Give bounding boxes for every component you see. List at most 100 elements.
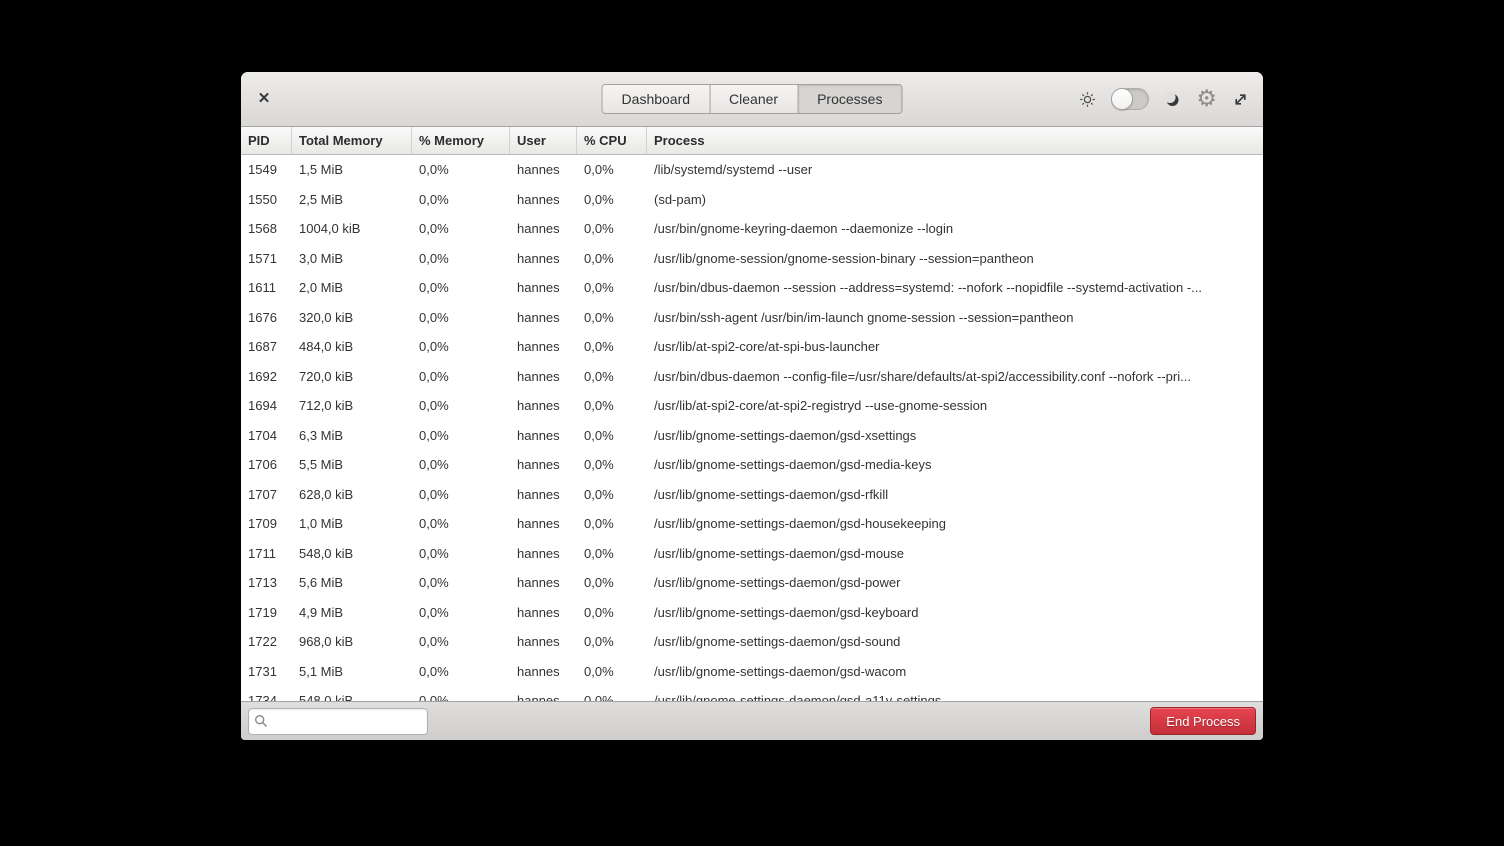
cell-memory: 2,0 MiB <box>292 273 412 303</box>
column-header-pid[interactable]: PID <box>241 127 292 154</box>
cell-user: hannes <box>510 539 577 569</box>
expand-icon[interactable] <box>1232 91 1249 108</box>
cell-mem_pct: 0,0% <box>412 214 510 244</box>
cell-process: /usr/bin/dbus-daemon --config-file=/usr/… <box>647 362 1263 392</box>
cell-user: hannes <box>510 686 577 701</box>
cell-mem_pct: 0,0% <box>412 421 510 451</box>
cell-user: hannes <box>510 214 577 244</box>
table-row[interactable]: 1734548,0 kiB0,0%hannes0,0%/usr/lib/gnom… <box>241 686 1263 701</box>
cell-user: hannes <box>510 303 577 333</box>
cell-pid: 1692 <box>241 362 292 392</box>
cell-cpu_pct: 0,0% <box>577 391 647 421</box>
table-row[interactable]: 1676320,0 kiB0,0%hannes0,0%/usr/bin/ssh-… <box>241 303 1263 333</box>
table-row[interactable]: 1722968,0 kiB0,0%hannes0,0%/usr/lib/gnom… <box>241 627 1263 657</box>
cell-cpu_pct: 0,0% <box>577 332 647 362</box>
column-header-user[interactable]: User <box>510 127 577 154</box>
table-row[interactable]: 17315,1 MiB0,0%hannes0,0%/usr/lib/gnome-… <box>241 657 1263 687</box>
cell-pid: 1550 <box>241 185 292 215</box>
cell-user: hannes <box>510 244 577 274</box>
tab-dashboard[interactable]: Dashboard <box>603 85 710 113</box>
cell-cpu_pct: 0,0% <box>577 362 647 392</box>
cell-pid: 1687 <box>241 332 292 362</box>
search-box[interactable] <box>248 708 428 735</box>
cell-cpu_pct: 0,0% <box>577 568 647 598</box>
table-row[interactable]: 1711548,0 kiB0,0%hannes0,0%/usr/lib/gnom… <box>241 539 1263 569</box>
cell-user: hannes <box>510 568 577 598</box>
table-header: PID Total Memory % Memory User % CPU Pro… <box>241 127 1263 155</box>
table-row[interactable]: 17135,6 MiB0,0%hannes0,0%/usr/lib/gnome-… <box>241 568 1263 598</box>
table-row[interactable]: 15681004,0 kiB0,0%hannes0,0%/usr/bin/gno… <box>241 214 1263 244</box>
cell-cpu_pct: 0,0% <box>577 155 647 185</box>
end-process-button[interactable]: End Process <box>1150 707 1256 735</box>
cell-cpu_pct: 0,0% <box>577 303 647 333</box>
cell-process: (sd-pam) <box>647 185 1263 215</box>
cell-cpu_pct: 0,0% <box>577 214 647 244</box>
table-row[interactable]: 1687484,0 kiB0,0%hannes0,0%/usr/lib/at-s… <box>241 332 1263 362</box>
cell-mem_pct: 0,0% <box>412 686 510 701</box>
table-row[interactable]: 1692720,0 kiB0,0%hannes0,0%/usr/bin/dbus… <box>241 362 1263 392</box>
cell-memory: 1004,0 kiB <box>292 214 412 244</box>
column-header-process[interactable]: Process <box>647 127 1263 154</box>
cell-pid: 1694 <box>241 391 292 421</box>
cell-mem_pct: 0,0% <box>412 509 510 539</box>
table-row[interactable]: 15713,0 MiB0,0%hannes0,0%/usr/lib/gnome-… <box>241 244 1263 274</box>
cell-cpu_pct: 0,0% <box>577 185 647 215</box>
close-button[interactable]: ✕ <box>254 89 274 109</box>
cell-process: /usr/lib/gnome-settings-daemon/gsd-media… <box>647 450 1263 480</box>
table-row[interactable]: 17091,0 MiB0,0%hannes0,0%/usr/lib/gnome-… <box>241 509 1263 539</box>
cell-user: hannes <box>510 185 577 215</box>
cell-cpu_pct: 0,0% <box>577 509 647 539</box>
cell-process: /usr/bin/dbus-daemon --session --address… <box>647 273 1263 303</box>
table-row[interactable]: 1694712,0 kiB0,0%hannes0,0%/usr/lib/at-s… <box>241 391 1263 421</box>
cell-memory: 548,0 kiB <box>292 686 412 701</box>
table-row[interactable]: 1707628,0 kiB0,0%hannes0,0%/usr/lib/gnom… <box>241 480 1263 510</box>
app-window: ✕ Dashboard Cleaner Processes <box>241 72 1263 740</box>
cell-cpu_pct: 0,0% <box>577 421 647 451</box>
table-row[interactable]: 16112,0 MiB0,0%hannes0,0%/usr/bin/dbus-d… <box>241 273 1263 303</box>
cell-cpu_pct: 0,0% <box>577 450 647 480</box>
column-header-memory-pct[interactable]: % Memory <box>412 127 510 154</box>
cell-memory: 968,0 kiB <box>292 627 412 657</box>
cell-process: /usr/lib/gnome-settings-daemon/gsd-a11y-… <box>647 686 1263 701</box>
cell-memory: 320,0 kiB <box>292 303 412 333</box>
cell-memory: 712,0 kiB <box>292 391 412 421</box>
table-row[interactable]: 17065,5 MiB0,0%hannes0,0%/usr/lib/gnome-… <box>241 450 1263 480</box>
column-header-cpu-pct[interactable]: % CPU <box>577 127 647 154</box>
table-row[interactable]: 17194,9 MiB0,0%hannes0,0%/usr/lib/gnome-… <box>241 598 1263 628</box>
table-row[interactable]: 15502,5 MiB0,0%hannes0,0%(sd-pam) <box>241 185 1263 215</box>
cell-pid: 1611 <box>241 273 292 303</box>
table-row[interactable]: 15491,5 MiB0,0%hannes0,0%/lib/systemd/sy… <box>241 155 1263 185</box>
dark-mode-toggle[interactable] <box>1111 88 1149 110</box>
cell-user: hannes <box>510 421 577 451</box>
cell-process: /usr/lib/gnome-settings-daemon/gsd-mouse <box>647 539 1263 569</box>
cell-process: /usr/lib/gnome-settings-daemon/gsd-wacom <box>647 657 1263 687</box>
search-input[interactable] <box>272 714 422 729</box>
cell-user: hannes <box>510 450 577 480</box>
cell-process: /usr/bin/ssh-agent /usr/bin/im-launch gn… <box>647 303 1263 333</box>
cell-process: /usr/lib/at-spi2-core/at-spi2-registryd … <box>647 391 1263 421</box>
cell-mem_pct: 0,0% <box>412 244 510 274</box>
cell-cpu_pct: 0,0% <box>577 657 647 687</box>
sun-icon <box>1079 91 1096 108</box>
cell-mem_pct: 0,0% <box>412 185 510 215</box>
cell-mem_pct: 0,0% <box>412 155 510 185</box>
cell-mem_pct: 0,0% <box>412 362 510 392</box>
cell-pid: 1706 <box>241 450 292 480</box>
column-header-total-memory[interactable]: Total Memory <box>292 127 412 154</box>
cell-user: hannes <box>510 627 577 657</box>
cell-user: hannes <box>510 657 577 687</box>
cell-process: /usr/lib/gnome-settings-daemon/gsd-xsett… <box>647 421 1263 451</box>
cell-memory: 1,5 MiB <box>292 155 412 185</box>
tab-processes[interactable]: Processes <box>797 85 901 113</box>
table-body: 15491,5 MiB0,0%hannes0,0%/lib/systemd/sy… <box>241 155 1263 701</box>
tab-cleaner[interactable]: Cleaner <box>709 85 797 113</box>
cell-pid: 1713 <box>241 568 292 598</box>
cell-user: hannes <box>510 391 577 421</box>
cell-memory: 4,9 MiB <box>292 598 412 628</box>
cell-mem_pct: 0,0% <box>412 391 510 421</box>
gear-icon[interactable]: ⚙ <box>1196 87 1217 110</box>
table-row[interactable]: 17046,3 MiB0,0%hannes0,0%/usr/lib/gnome-… <box>241 421 1263 451</box>
cell-pid: 1571 <box>241 244 292 274</box>
cell-process: /lib/systemd/systemd --user <box>647 155 1263 185</box>
footer-bar: End Process <box>241 701 1263 740</box>
